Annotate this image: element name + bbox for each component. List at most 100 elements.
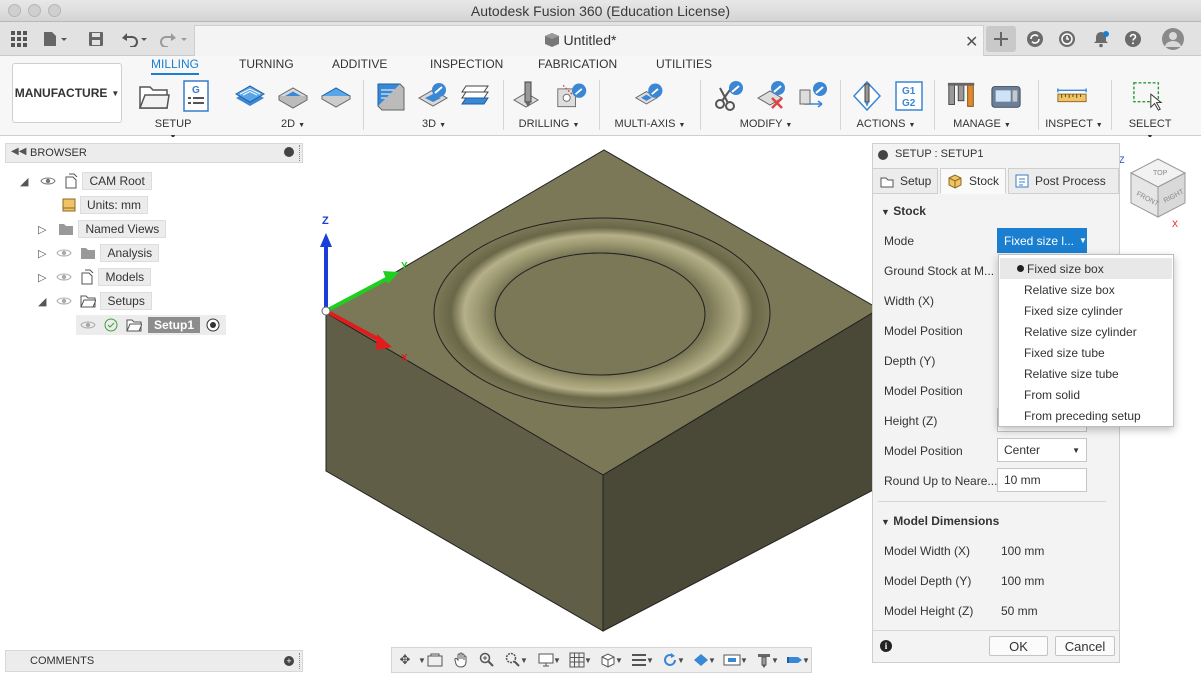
tab-post-process[interactable]: Post Process	[1008, 168, 1119, 194]
group-manage[interactable]: MANAGE ▼	[952, 118, 1012, 130]
expand-triangle-icon[interactable]: ▷	[38, 247, 46, 260]
dropdown-option[interactable]: Fixed size tube	[1000, 342, 1172, 363]
collapse-dialog-icon[interactable]	[878, 150, 888, 160]
visibility-eye-icon[interactable]	[56, 295, 73, 307]
ok-button[interactable]: OK	[989, 636, 1048, 656]
delete-toolpath-icon[interactable]	[756, 80, 788, 112]
model-dimensions-section-header[interactable]: ▼ Model Dimensions	[881, 514, 999, 528]
tab-setup[interactable]: Setup	[872, 168, 938, 194]
tree-item-models[interactable]: ▷ Models	[38, 267, 152, 287]
expand-triangle-icon[interactable]: ▷	[38, 271, 46, 284]
tab-stock[interactable]: Stock	[940, 168, 1006, 194]
dropdown-option[interactable]: From preceding setup	[1000, 405, 1172, 426]
tree-item-named-views[interactable]: ▷ Named Views	[38, 219, 167, 239]
group-multi-axis[interactable]: MULTI-AXIS ▼	[612, 118, 688, 130]
origin-point[interactable]	[321, 306, 331, 316]
tab-milling[interactable]: MILLING	[151, 57, 200, 75]
redo-icon[interactable]	[158, 28, 190, 50]
tree-item-cam-root[interactable]: ◢ CAM Root	[20, 171, 152, 191]
machine-library-icon[interactable]	[990, 80, 1022, 112]
multi-axis-icon[interactable]	[634, 80, 666, 112]
visibility-eye-icon[interactable]	[40, 175, 57, 187]
inner-groove-edge[interactable]	[494, 252, 706, 376]
group-actions[interactable]: ACTIONS ▼	[855, 118, 917, 130]
new-tab-button[interactable]	[986, 26, 1016, 52]
face-icon[interactable]	[320, 80, 352, 112]
nc-program-icon[interactable]: G	[180, 80, 212, 112]
dropdown-option[interactable]: Fixed size cylinder	[1000, 300, 1172, 321]
chevron-down-icon[interactable]: ▼	[802, 651, 810, 669]
expand-triangle-icon[interactable]: ▷	[38, 223, 46, 236]
new-setup-folder-icon[interactable]	[138, 80, 170, 112]
model-position-select[interactable]: Center ▼	[997, 438, 1087, 462]
mode-select[interactable]: Fixed size l... ▼	[997, 228, 1087, 253]
visibility-eye-icon[interactable]	[80, 319, 96, 331]
parallel-icon[interactable]	[460, 80, 492, 112]
tab-utilities[interactable]: UTILITIES	[656, 57, 712, 75]
help-icon[interactable]	[1118, 26, 1148, 52]
chevron-down-icon[interactable]: ▼	[615, 651, 623, 669]
3d-pocket-icon[interactable]	[417, 80, 449, 112]
notifications-bell-icon[interactable]	[1086, 26, 1116, 52]
data-panel-grid-icon[interactable]	[8, 28, 30, 50]
dropdown-option[interactable]: Relative size box	[1000, 279, 1172, 300]
dropdown-option[interactable]: Fixed size box	[1000, 258, 1172, 279]
round-up-input[interactable]: 10 mm	[997, 468, 1087, 492]
add-comment-icon[interactable]: +	[284, 656, 294, 666]
undo-icon[interactable]	[118, 28, 150, 50]
pan-hand-icon[interactable]	[450, 651, 472, 669]
select-window-icon[interactable]	[1132, 80, 1164, 112]
extensions-icon[interactable]	[1020, 26, 1050, 52]
tab-inspection[interactable]: INSPECTION	[430, 57, 503, 75]
post-process-g-code-icon[interactable]: G1 G2	[893, 80, 925, 112]
simulate-icon[interactable]	[851, 80, 883, 112]
comments-panel[interactable]: COMMENTS +	[5, 650, 303, 672]
close-document-icon[interactable]: ✕	[965, 32, 978, 52]
measure-icon[interactable]	[1056, 80, 1088, 112]
chevron-down-icon[interactable]: ▼	[553, 651, 561, 669]
cut-toolpath-icon[interactable]	[712, 80, 744, 112]
dropdown-option[interactable]: From solid	[1000, 384, 1172, 405]
chevron-down-icon[interactable]: ▼	[740, 651, 748, 669]
chevron-down-icon[interactable]: ▼	[677, 651, 685, 669]
stock-section-header[interactable]: ▼ Stock	[881, 204, 926, 218]
visibility-eye-icon[interactable]	[56, 271, 73, 283]
group-drilling[interactable]: DRILLING ▼	[518, 118, 580, 130]
collapse-browser-icon[interactable]: ◀◀	[11, 146, 26, 157]
2d-pocket-icon[interactable]	[277, 80, 309, 112]
browser-pin-handle[interactable]	[299, 145, 301, 161]
3d-adaptive-icon[interactable]	[374, 80, 406, 112]
comments-pin-handle[interactable]	[299, 653, 301, 669]
hole-recognition-icon[interactable]	[556, 80, 588, 112]
activate-radio-icon[interactable]	[206, 318, 220, 332]
tab-additive[interactable]: ADDITIVE	[332, 57, 387, 75]
tree-item-setups[interactable]: ◢ Setups	[38, 291, 152, 311]
collapse-triangle-icon[interactable]: ◢	[38, 295, 46, 308]
chevron-down-icon[interactable]: ▼	[520, 651, 528, 669]
browser-options-icon[interactable]	[284, 147, 294, 157]
dropdown-option[interactable]: Relative size cylinder	[1000, 321, 1172, 342]
chevron-down-icon[interactable]: ▼	[771, 651, 779, 669]
drill-icon[interactable]	[512, 80, 544, 112]
group-inspect[interactable]: INSPECT ▼	[1045, 118, 1103, 130]
workspace-switcher[interactable]: MANUFACTURE ▼	[12, 63, 122, 123]
chevron-down-icon[interactable]: ▼	[708, 651, 716, 669]
visibility-eye-icon[interactable]	[56, 247, 73, 259]
dropdown-option[interactable]: Relative size tube	[1000, 363, 1172, 384]
group-2d[interactable]: 2D ▼	[278, 118, 308, 130]
tree-item-units[interactable]: Units: mm	[62, 195, 148, 215]
tree-item-setup1[interactable]: Setup1	[76, 315, 227, 335]
info-icon[interactable]: i	[880, 640, 892, 652]
job-status-icon[interactable]	[1052, 26, 1082, 52]
tab-fabrication[interactable]: FABRICATION	[538, 57, 617, 75]
zoom-icon[interactable]	[476, 651, 498, 669]
look-at-icon[interactable]	[424, 651, 446, 669]
file-menu-icon[interactable]	[40, 28, 70, 50]
cancel-button[interactable]: Cancel	[1055, 636, 1115, 656]
view-cube[interactable]: TOP FRONT RIGHT Z X	[1119, 155, 1187, 229]
chevron-down-icon[interactable]: ▼	[584, 651, 592, 669]
save-icon[interactable]	[86, 28, 106, 50]
transform-toolpath-icon[interactable]	[798, 80, 830, 112]
chevron-down-icon[interactable]: ▼	[646, 651, 654, 669]
user-avatar[interactable]	[1158, 26, 1188, 52]
